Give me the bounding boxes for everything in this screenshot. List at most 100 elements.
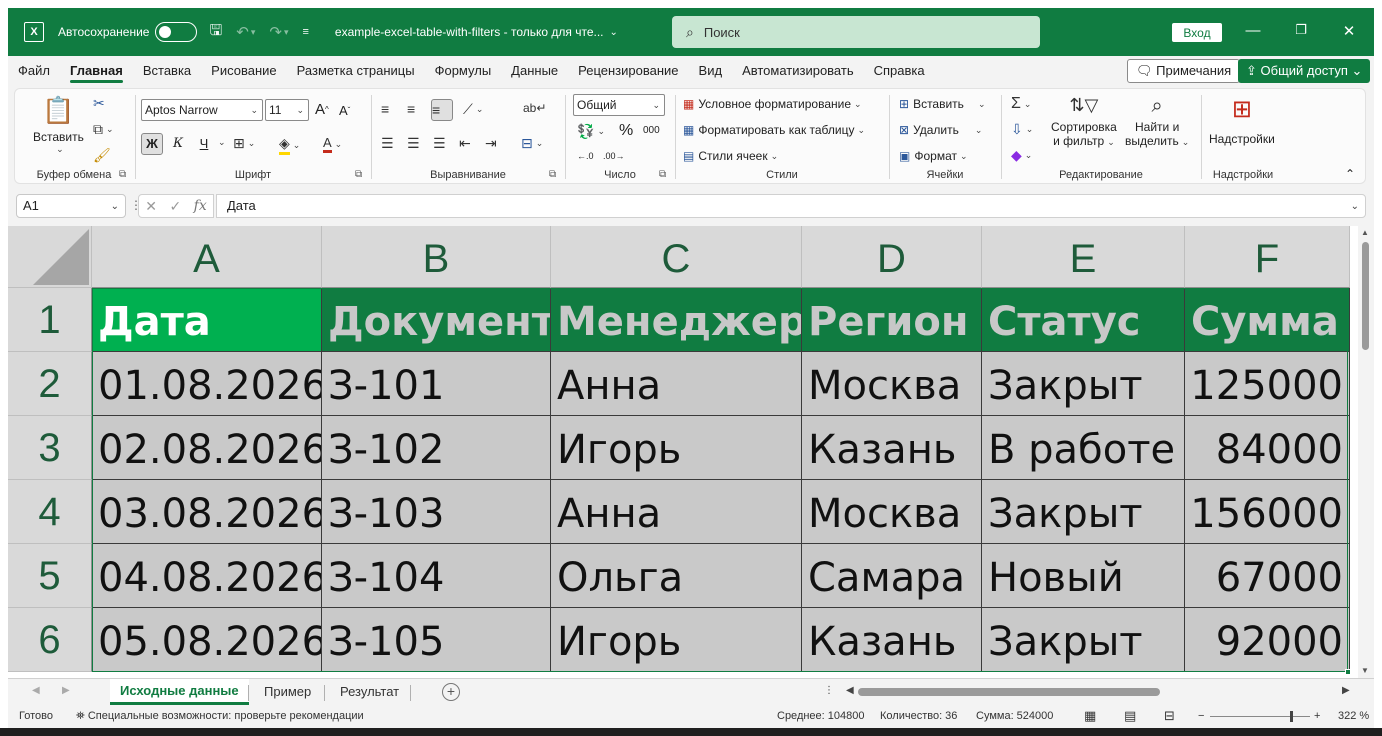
restore-icon[interactable]: ❐ (1286, 22, 1316, 38)
tab-5[interactable]: Формулы (425, 56, 502, 86)
column-header[interactable]: B (322, 226, 551, 288)
table-cell[interactable]: З-101 (322, 352, 551, 416)
table-header-cell[interactable]: Документ (322, 288, 551, 352)
more-options-icon[interactable]: ⋮ (824, 685, 834, 696)
tab-2[interactable]: Вставка (133, 56, 201, 86)
formula-input[interactable]: Дата ⌄ (216, 194, 1366, 218)
row-header[interactable]: 3 (8, 416, 92, 480)
format-as-table-button[interactable]: ▦ Форматировать как таблицу ⌄ (683, 123, 865, 137)
table-cell[interactable]: Москва (802, 352, 982, 416)
tab-10[interactable]: Справка (864, 56, 935, 86)
italic-button[interactable]: К (167, 133, 189, 155)
tab-1[interactable]: Главная (60, 56, 133, 86)
zoom-out-icon[interactable]: − (1198, 710, 1204, 722)
clear-icon[interactable]: ◆ ⌄ (1011, 147, 1032, 164)
font-size-select[interactable]: 11 ⌄ (265, 99, 309, 121)
bold-button[interactable]: Ж (141, 133, 163, 155)
table-cell[interactable]: Закрыт (982, 352, 1185, 416)
dialog-launcher-icon[interactable]: ⧉ (119, 169, 126, 180)
align-right-icon[interactable]: ☰ (433, 135, 446, 152)
table-cell[interactable]: З-102 (322, 416, 551, 480)
table-header-cell[interactable]: Сумма (1185, 288, 1350, 352)
share-button[interactable]: ⇪ Общий доступ ⌄ (1238, 59, 1371, 83)
table-cell[interactable]: 02.08.2026 (92, 416, 322, 480)
table-header-cell[interactable]: Дата (92, 288, 322, 352)
autosum-icon[interactable]: Σ ⌄ (1011, 95, 1031, 113)
table-cell[interactable]: 03.08.2026 (92, 480, 322, 544)
number-format-select[interactable]: Общий ⌄ (573, 94, 665, 116)
cancel-icon[interactable]: ✕ (145, 198, 157, 215)
redo-icon[interactable]: ↷ (269, 23, 282, 41)
row-header[interactable]: 1 (8, 288, 92, 352)
align-middle-icon[interactable]: ≡ (407, 101, 415, 117)
table-cell[interactable]: 67000 (1185, 544, 1350, 608)
table-cell[interactable]: 156000 (1185, 480, 1350, 544)
column-header[interactable]: E (982, 226, 1185, 288)
prev-sheet-icon[interactable]: ◀ (32, 685, 40, 696)
table-cell[interactable]: Ольга (551, 544, 802, 608)
cell-styles-button[interactable]: ▤ Стили ячеек ⌄ (683, 149, 778, 163)
table-cell[interactable]: Игорь (551, 416, 802, 480)
table-cell[interactable]: Казань (802, 608, 982, 672)
vertical-scrollbar[interactable]: ▲ ▼ (1358, 226, 1374, 678)
table-cell[interactable]: В работе (982, 416, 1185, 480)
sign-in-button[interactable]: Вход (1172, 23, 1222, 42)
table-cell[interactable]: З-103 (322, 480, 551, 544)
chevron-down-icon[interactable]: ⌄ (610, 27, 618, 38)
underline-dropdown-icon[interactable]: ⌄ (215, 137, 226, 148)
name-box[interactable]: A1 ⌄ (16, 194, 126, 218)
scroll-up-icon[interactable]: ▲ (1361, 228, 1369, 237)
increase-font-icon[interactable]: A ^ (315, 101, 329, 118)
merge-center-icon[interactable]: ⊟ ⌄ (521, 135, 543, 152)
page-break-icon[interactable]: ⊟ (1164, 708, 1175, 724)
select-all-button[interactable] (8, 226, 92, 288)
expand-formula-icon[interactable]: ⌄ (1351, 196, 1359, 218)
orientation-icon[interactable]: ⟋ ⌄ (463, 101, 483, 118)
table-cell[interactable]: Игорь (551, 608, 802, 672)
table-header-cell[interactable]: Статус (982, 288, 1185, 352)
zoom-slider-thumb[interactable] (1290, 711, 1293, 722)
table-cell[interactable]: 01.08.2026 (92, 352, 322, 416)
fill-icon[interactable]: ⇩ ⌄ (1011, 121, 1033, 138)
insert-function-icon[interactable]: fx (194, 198, 207, 214)
format-painter-icon[interactable]: 🖌 (93, 147, 111, 164)
zoom-in-icon[interactable]: + (1314, 710, 1320, 722)
table-cell[interactable]: Анна (551, 480, 802, 544)
decrease-decimal-icon[interactable]: .00→ (603, 151, 625, 161)
zoom-level[interactable]: 322 % (1338, 710, 1369, 722)
table-cell[interactable]: Новый (982, 544, 1185, 608)
close-icon[interactable]: ✕ (1334, 22, 1364, 40)
customize-toolbar-icon[interactable]: ≡ (302, 26, 308, 38)
dialog-launcher-icon[interactable]: ⧉ (355, 169, 362, 180)
align-bottom-icon[interactable]: ≡ (431, 99, 453, 121)
next-sheet-icon[interactable]: ▶ (62, 685, 70, 696)
undo-icon[interactable]: ↶ (236, 23, 249, 41)
increase-indent-icon[interactable]: ⇥ (485, 135, 497, 152)
cut-icon[interactable]: ✂ (93, 95, 105, 112)
row-header[interactable]: 4 (8, 480, 92, 544)
delete-cells-button[interactable]: ⊠ Удалить ⌄ (899, 123, 982, 137)
table-cell[interactable]: Закрыт (982, 480, 1185, 544)
column-header[interactable]: F (1185, 226, 1350, 288)
add-sheet-button[interactable]: + (442, 683, 460, 701)
table-header-cell[interactable]: Менеджер (551, 288, 802, 352)
dialog-launcher-icon[interactable]: ⧉ (549, 169, 556, 180)
font-color-icon[interactable]: A ⌄ (323, 135, 342, 153)
decrease-font-icon[interactable]: Aˇ (339, 103, 350, 118)
underline-button[interactable]: Ч (193, 133, 215, 155)
column-header[interactable]: C (551, 226, 802, 288)
align-top-icon[interactable]: ≡ (381, 101, 389, 117)
align-center-icon[interactable]: ☰ (407, 135, 420, 152)
copy-icon[interactable]: ⧉ ⌄ (93, 121, 114, 138)
autosave-toggle[interactable] (155, 22, 198, 42)
table-header-cell[interactable]: Регион (802, 288, 982, 352)
tab-8[interactable]: Вид (689, 56, 733, 86)
enter-icon[interactable]: ✓ (169, 198, 181, 215)
comments-button[interactable]: 🗨 Примечания (1127, 59, 1241, 83)
table-cell[interactable]: З-104 (322, 544, 551, 608)
sheet-tab[interactable]: Результат (330, 679, 409, 705)
table-cell[interactable]: Анна (551, 352, 802, 416)
scroll-down-icon[interactable]: ▼ (1361, 666, 1369, 675)
paste-button[interactable]: 📋 Вставить ⌄ (33, 95, 84, 155)
conditional-formatting-button[interactable]: ▦ Условное форматирование ⌄ (683, 97, 862, 111)
